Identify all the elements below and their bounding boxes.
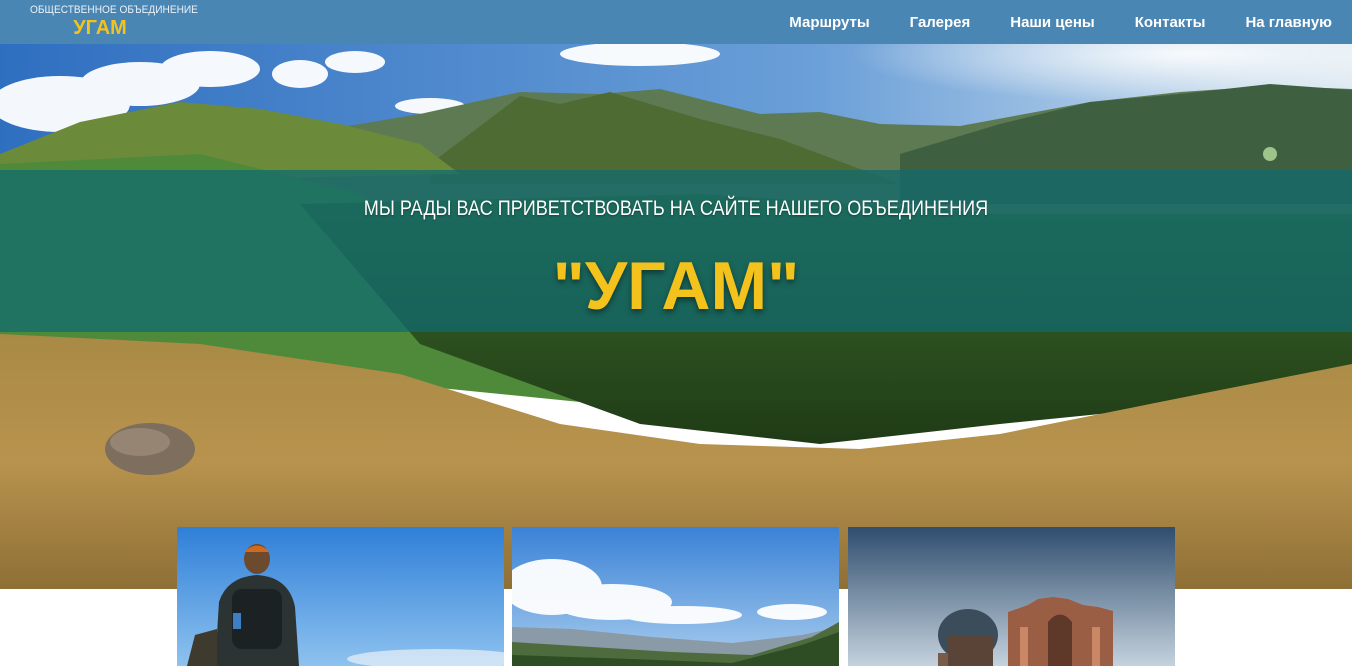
main-nav: Маршруты Галерея Наши цены Контакты На г… <box>749 0 1332 44</box>
mausoleum-photo <box>848 527 1175 666</box>
hiker-photo <box>177 527 504 666</box>
nav-link-home[interactable]: На главную <box>1245 14 1332 31</box>
card-valley[interactable] <box>512 527 839 666</box>
nav-link-gallery[interactable]: Галерея <box>910 14 971 31</box>
logo-subtitle: ОБЩЕСТВЕННОЕ ОБЪЕДИНЕНИЕ <box>30 4 198 16</box>
brand-title: "УГАМ" <box>552 248 800 324</box>
card-mausoleum[interactable] <box>848 527 1175 666</box>
welcome-banner: МЫ РАДЫ ВАС ПРИВЕТСТВОВАТЬ НА САЙТЕ НАШЕ… <box>0 170 1352 332</box>
hero-section: МЫ РАДЫ ВАС ПРИВЕТСТВОВАТЬ НА САЙТЕ НАШЕ… <box>0 44 1352 589</box>
nav-link-contacts[interactable]: Контакты <box>1135 14 1206 31</box>
card-hiker[interactable] <box>177 527 504 666</box>
welcome-heading: МЫ РАДЫ ВАС ПРИВЕТСТВОВАТЬ НА САЙТЕ НАШЕ… <box>363 197 989 220</box>
site-header: ОБЩЕСТВЕННОЕ ОБЪЕДИНЕНИЕ УГАМ Маршруты Г… <box>0 0 1352 44</box>
site-logo[interactable]: ОБЩЕСТВЕННОЕ ОБЪЕДИНЕНИЕ УГАМ <box>30 4 198 39</box>
logo-title: УГАМ <box>73 17 127 39</box>
mountain-valley-photo <box>512 527 839 666</box>
nav-link-routes[interactable]: Маршруты <box>789 14 869 31</box>
nav-link-prices[interactable]: Наши цены <box>1010 14 1095 31</box>
